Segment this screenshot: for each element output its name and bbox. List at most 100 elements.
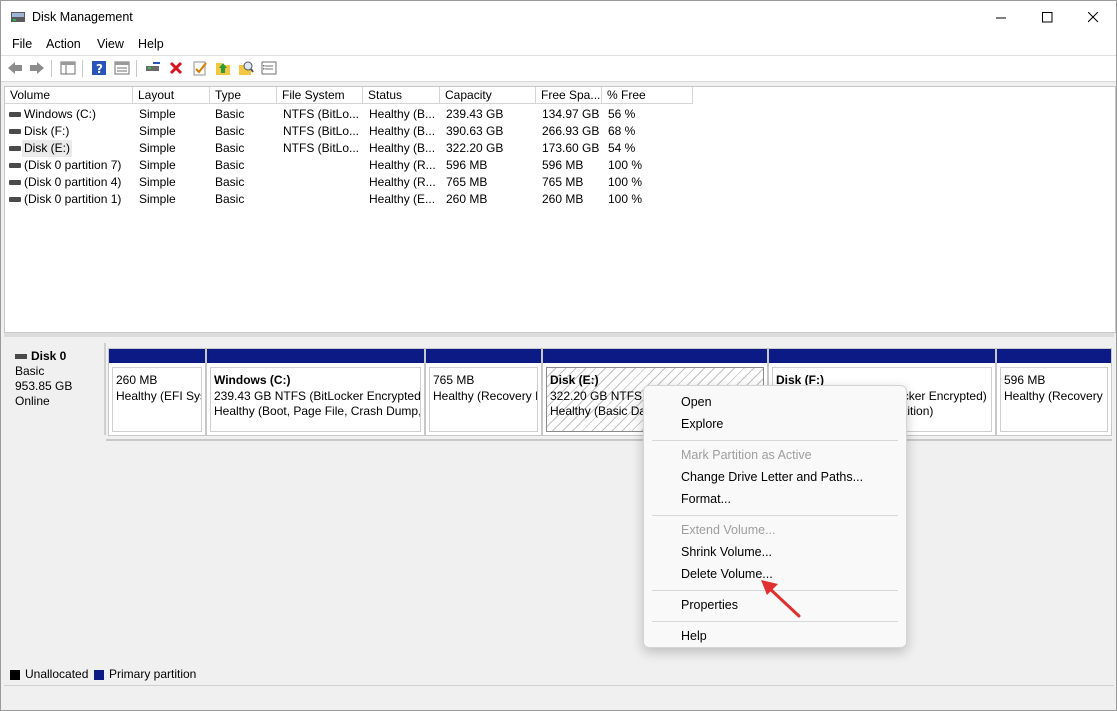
cell-capacity: 765 MB xyxy=(446,175,488,189)
column-header-capacity[interactable]: Capacity xyxy=(440,87,536,104)
connect-disk-button[interactable] xyxy=(144,60,162,76)
menu-item-extend-volume: Extend Volume... xyxy=(681,523,776,537)
disk-label[interactable]: Disk 0 Basic 953.85 GB Online xyxy=(7,343,106,435)
primary-partition-bar xyxy=(207,349,424,363)
cell-status: Healthy (R... xyxy=(369,175,436,189)
connect-disk-icon xyxy=(146,62,160,71)
menu-item-help[interactable]: Help xyxy=(681,629,707,643)
table-row[interactable]: (Disk 0 partition 7) Simple Basic Health… xyxy=(5,157,1115,174)
legend-label-primary: Primary partition xyxy=(109,667,197,681)
cell-volume: Disk (F:) xyxy=(24,124,70,138)
forward-arrow-icon xyxy=(30,62,44,74)
drive-icon xyxy=(9,197,21,202)
column-header-file-system[interactable]: File System xyxy=(277,87,363,104)
cell-percent-free: 100 % xyxy=(608,175,643,189)
volume-list[interactable]: Volume Layout Type File System Status Ca… xyxy=(4,86,1116,333)
close-button[interactable] xyxy=(1070,1,1116,33)
cell-layout: Simple xyxy=(139,192,176,206)
table-row[interactable]: Disk (E:) Simple Basic NTFS (BitLo... He… xyxy=(5,140,1115,157)
primary-partition-bar xyxy=(426,349,541,363)
cell-free-space: 596 MB xyxy=(542,158,584,172)
toolbar-separator xyxy=(51,60,52,77)
pane-splitter[interactable] xyxy=(4,333,1114,337)
menu-action[interactable]: Action xyxy=(46,37,81,51)
column-header-percent-free[interactable]: % Free xyxy=(602,87,693,104)
cell-free-space: 765 MB xyxy=(542,175,584,189)
partition-recovery-7[interactable]: 596 MB Healthy (Recovery I xyxy=(996,348,1112,436)
properties-panel-icon xyxy=(114,61,130,75)
legend-label-unallocated: Unallocated xyxy=(25,667,89,681)
table-row[interactable]: (Disk 0 partition 1) Simple Basic Health… xyxy=(5,191,1115,208)
menu-item-change-drive-letter[interactable]: Change Drive Letter and Paths... xyxy=(681,470,863,484)
svg-text:?: ? xyxy=(96,62,103,76)
legend-swatch-unallocated xyxy=(10,670,20,680)
search-folder-button[interactable] xyxy=(237,60,255,76)
partition-title: Windows (C:) xyxy=(214,373,291,387)
drive-icon xyxy=(9,146,21,151)
minimize-button[interactable] xyxy=(978,1,1024,33)
partition-recovery-4[interactable]: 765 MB Healthy (Recovery I xyxy=(425,348,542,436)
up-folder-button[interactable] xyxy=(214,60,232,76)
menu-separator xyxy=(652,440,898,441)
cell-file-system: NTFS (BitLo... xyxy=(283,141,360,155)
cell-free-space: 266.93 GB xyxy=(542,124,600,138)
partition-efi[interactable]: 260 MB Healthy (EFI Sys xyxy=(108,348,206,436)
column-header-volume[interactable]: Volume xyxy=(5,87,133,104)
menu-item-explore[interactable]: Explore xyxy=(681,417,723,431)
table-row[interactable]: Disk (F:) Simple Basic NTFS (BitLo... He… xyxy=(5,123,1115,140)
primary-partition-bar xyxy=(997,349,1111,363)
menu-help[interactable]: Help xyxy=(138,37,164,51)
maximize-button[interactable] xyxy=(1024,1,1070,33)
help-button[interactable]: ? xyxy=(90,60,108,76)
cell-volume: (Disk 0 partition 1) xyxy=(24,192,122,206)
cell-volume: Disk (E:) xyxy=(22,140,72,157)
menu-item-shrink-volume[interactable]: Shrink Volume... xyxy=(681,545,772,559)
menu-separator xyxy=(652,621,898,622)
delete-button[interactable] xyxy=(167,60,185,76)
disk-map-pane: Disk 0 Basic 953.85 GB Online 260 MB Hea… xyxy=(4,338,1114,664)
settings-list-icon xyxy=(261,61,277,75)
partition-body: 765 MB Healthy (Recovery I xyxy=(429,367,538,432)
column-header-type[interactable]: Type xyxy=(210,87,277,104)
table-row[interactable]: (Disk 0 partition 4) Simple Basic Health… xyxy=(5,174,1115,191)
partition-line2: Healthy (EFI Sys xyxy=(116,388,202,403)
properties-check-button[interactable] xyxy=(191,60,209,76)
cell-type: Basic xyxy=(215,158,245,172)
back-button[interactable] xyxy=(6,60,24,76)
properties-panel-button[interactable] xyxy=(113,60,131,76)
column-header-free-space[interactable]: Free Spa... xyxy=(536,87,602,104)
menu-item-open[interactable]: Open xyxy=(681,395,712,409)
menu-item-properties[interactable]: Properties xyxy=(681,598,738,612)
cell-volume: (Disk 0 partition 4) xyxy=(24,175,122,189)
cell-capacity: 260 MB xyxy=(446,192,488,206)
up-folder-icon xyxy=(216,63,230,75)
console-tree-icon xyxy=(60,61,76,75)
partition-windows-c[interactable]: Windows (C:) 239.43 GB NTFS (BitLocker E… xyxy=(206,348,425,436)
settings-list-button[interactable] xyxy=(260,60,278,76)
cell-type: Basic xyxy=(215,107,245,121)
forward-button[interactable] xyxy=(28,60,46,76)
cell-status: Healthy (E... xyxy=(369,192,436,206)
cell-layout: Simple xyxy=(139,124,176,138)
console-tree-button[interactable] xyxy=(59,60,77,76)
disk-name: Disk 0 xyxy=(31,349,67,363)
table-row[interactable]: Windows (C:) Simple Basic NTFS (BitLo...… xyxy=(5,106,1115,123)
cell-volume: (Disk 0 partition 7) xyxy=(24,158,122,172)
partition-line2: Healthy (Boot, Page File, Crash Dump, xyxy=(214,404,421,418)
cell-percent-free: 100 % xyxy=(608,158,643,172)
cell-capacity: 596 MB xyxy=(446,158,488,172)
status-bar xyxy=(4,685,1114,709)
menu-file[interactable]: File xyxy=(12,37,32,51)
help-icon: ? xyxy=(92,61,106,76)
column-header-status[interactable]: Status xyxy=(363,87,440,104)
menu-item-mark-active: Mark Partition as Active xyxy=(681,448,812,462)
menu-item-format[interactable]: Format... xyxy=(681,492,731,506)
primary-partition-bar xyxy=(109,349,205,363)
cell-layout: Simple xyxy=(139,175,176,189)
cell-type: Basic xyxy=(215,124,245,138)
cell-file-system: NTFS (BitLo... xyxy=(283,124,360,138)
primary-partition-bar xyxy=(769,349,995,363)
column-header-layout[interactable]: Layout xyxy=(133,87,210,104)
partition-body: Windows (C:) 239.43 GB NTFS (BitLocker E… xyxy=(210,367,421,432)
menu-view[interactable]: View xyxy=(97,37,124,51)
